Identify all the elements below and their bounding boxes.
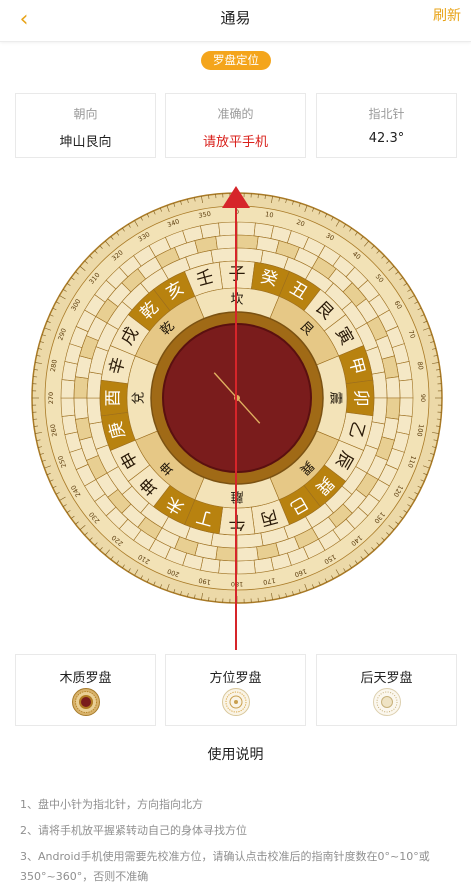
compass-graphic: 0 102030405060708090100110120130140150160…: [31, 192, 443, 604]
instructions-title: 使用说明: [207, 747, 264, 763]
accuracy-card: 准确的 请放平手机: [165, 93, 306, 158]
mountain-label: 子: [229, 265, 246, 285]
direction-compass-label: 方位罗盘: [209, 671, 262, 686]
page-title: 通易: [220, 9, 251, 27]
fine-ring-cell: [236, 234, 259, 250]
fine-ring-cell: [236, 221, 256, 237]
accuracy-label: 准确的: [217, 107, 254, 121]
fine-ring-cell: [385, 376, 401, 399]
mountain-label: 卯: [351, 390, 371, 407]
direction-arrow-icon: [222, 186, 250, 208]
orientation-label: 朝向: [73, 107, 98, 121]
instruction-item: 2、请将手机放平握紧转动自己的身体寻找方位: [20, 824, 247, 837]
mountain-label: 午: [229, 512, 246, 532]
trigram-label: 震: [328, 391, 343, 404]
fine-ring-cell: [73, 376, 89, 399]
later-heaven-compass-option[interactable]: 后天罗盘: [316, 654, 457, 726]
compass-dial[interactable]: 0 10 20 30 40 50 60 70 80 90 100 110 120 130 140 150 160…: [31, 192, 443, 604]
orientation-value: 坤山艮向: [59, 135, 112, 150]
instruction-item: 1、盘中小针为指北针，方向指向北方: [20, 798, 203, 811]
trigram-label: 坎: [230, 293, 243, 308]
fine-ring-cell: [385, 397, 401, 420]
later-heaven-compass-label: 后天罗盘: [360, 671, 413, 686]
fine-ring-cell: [236, 559, 256, 575]
fine-ring-cell: [60, 397, 76, 417]
trigram-label: 離: [230, 489, 243, 504]
fine-ring-cell: [60, 379, 76, 399]
north-pointer-card: 指北针 42.3°: [316, 93, 457, 158]
navigation-bar: ‹ 通易 刷新: [0, 0, 471, 42]
compass-mode-badge: 罗盘定位: [201, 51, 271, 70]
direction-compass-thumbnail-icon: [222, 688, 250, 716]
instruction-item: 3、Android手机使用需要先校准方位，请确认点击校准后的指南针度数在0°~1…: [20, 850, 430, 883]
direction-line: [235, 202, 237, 650]
accuracy-value: 请放平手机: [202, 135, 268, 150]
degree-label: 180: [231, 580, 243, 588]
fine-ring-cell: [215, 234, 238, 250]
trigram-label: 兌: [132, 391, 147, 404]
wooden-compass-label: 木质罗盘: [59, 671, 112, 686]
degree-label: 90: [419, 394, 427, 402]
north-pointer-value: 42.3°: [368, 131, 405, 146]
fine-ring-cell: [236, 546, 259, 562]
refresh-button[interactable]: 刷新: [433, 0, 461, 36]
later-heaven-compass-thumbnail-icon: [373, 688, 401, 716]
orientation-card: 朝向 坤山艮向: [15, 93, 156, 158]
north-pointer-label: 指北针: [368, 107, 405, 121]
fine-ring-cell: [73, 397, 89, 420]
fine-ring-cell: [398, 379, 414, 399]
wooden-compass-thumbnail-icon: [72, 688, 100, 716]
wooden-compass-option[interactable]: 木质罗盘: [15, 654, 156, 726]
degree-label: 10: [265, 210, 275, 219]
mountain-label: 酉: [104, 390, 124, 407]
degree-label: 270: [47, 392, 55, 404]
fine-ring-cell: [215, 546, 238, 562]
degree-label: 80: [416, 361, 425, 371]
direction-compass-option[interactable]: 方位罗盘: [165, 654, 306, 726]
fine-ring-cell: [398, 397, 414, 417]
